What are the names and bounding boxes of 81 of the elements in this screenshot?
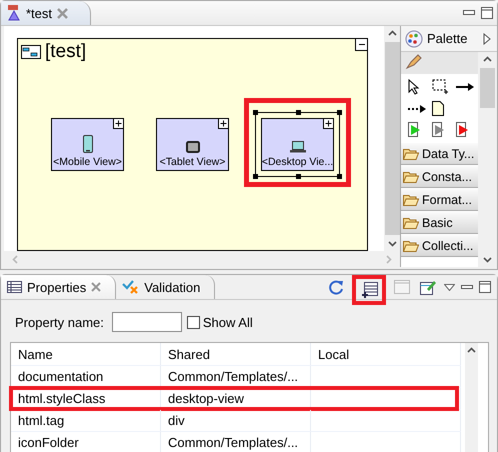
- maximize-icon[interactable]: [481, 7, 493, 19]
- scroll-up-icon[interactable]: [483, 56, 492, 62]
- triangle-icon: [7, 5, 21, 21]
- panel-tab[interactable]: Properties: [1, 275, 116, 299]
- scrollbar-thumb[interactable]: [384, 42, 400, 235]
- diagram-title: [test]: [45, 41, 86, 63]
- maximize-icon[interactable]: [479, 281, 491, 293]
- step-page-icon[interactable]: [432, 122, 446, 137]
- column-header[interactable]: Name: [11, 343, 161, 365]
- palette-drawer[interactable]: Basic: [401, 211, 478, 234]
- collapse-icon[interactable]: [355, 39, 367, 51]
- arrow-icon[interactable]: [456, 83, 474, 91]
- view-node[interactable]: <Mobile View>: [51, 118, 124, 171]
- minimize-icon[interactable]: [463, 10, 475, 16]
- column-header[interactable]: Local: [311, 343, 461, 365]
- table-row[interactable]: html.styleClass desktop-view: [11, 388, 461, 410]
- marquee-icon[interactable]: [432, 79, 448, 95]
- palette-title: Palette: [427, 31, 468, 46]
- check-cross-icon: [122, 280, 140, 294]
- scroll-up-icon[interactable]: [467, 347, 476, 353]
- palette-drawer[interactable]: Format...: [401, 188, 478, 211]
- pointer-icon[interactable]: [408, 79, 420, 95]
- show-all-label: Show All: [202, 314, 253, 330]
- laptop-icon: [290, 141, 306, 153]
- folder-icon: [403, 148, 419, 160]
- folder-icon: [403, 170, 419, 182]
- palette-drawer[interactable]: Data Ty...: [401, 142, 478, 165]
- edit-icon: [420, 279, 436, 295]
- table-row[interactable]: iconFolder Common/Templates/...: [11, 432, 461, 452]
- table-cell: Common/Templates/...: [161, 366, 311, 387]
- note-icon[interactable]: [432, 101, 444, 116]
- table-row[interactable]: documentation Common/Templates/...: [11, 366, 461, 388]
- expand-icon[interactable]: [323, 118, 334, 129]
- scrollbar-thumb[interactable]: [480, 68, 495, 108]
- property-name-field[interactable]: [112, 312, 182, 332]
- selection-handles[interactable]: [255, 112, 340, 177]
- palette-drawer[interactable]: Consta...: [401, 165, 478, 188]
- dashed-arrow-icon[interactable]: [408, 104, 426, 112]
- palette-drawer[interactable]: Collecti...: [401, 234, 478, 257]
- close-icon[interactable]: [91, 282, 102, 292]
- panel-tab[interactable]: Validation: [116, 275, 216, 299]
- expand-icon[interactable]: [113, 118, 124, 129]
- folder-icon: [403, 216, 419, 228]
- scroll-down-icon[interactable]: [388, 241, 396, 247]
- folder-icon: [403, 194, 419, 206]
- toolbar-button[interactable]: [352, 275, 386, 305]
- expand-icon[interactable]: [218, 118, 229, 129]
- refresh-icon: [328, 279, 344, 295]
- add-row-icon: [360, 282, 378, 298]
- node-label: <Desktop Vie...: [262, 156, 334, 169]
- palette-icon: [405, 30, 423, 48]
- table-cell: html.tag: [11, 410, 161, 431]
- dropdown-icon[interactable]: [444, 284, 455, 290]
- table-cell: div: [161, 410, 311, 431]
- table-icon: [7, 281, 22, 293]
- table-scrollbar[interactable]: [465, 343, 478, 452]
- table-cell: iconFolder: [11, 432, 161, 452]
- minimize-icon[interactable]: [461, 284, 473, 290]
- table-cell: Common/Templates/...: [161, 432, 311, 452]
- tablet-icon: [186, 141, 200, 153]
- node-label: <Tablet View>: [160, 156, 226, 169]
- view-node[interactable]: <Desktop Vie...: [261, 118, 334, 171]
- property-name-label: Property name:: [15, 314, 104, 330]
- editor-tab[interactable]: *test: [1, 1, 92, 25]
- column-header[interactable]: Shared: [161, 343, 311, 365]
- phone-icon: [82, 135, 92, 153]
- start-page-icon[interactable]: [408, 122, 422, 137]
- view-node[interactable]: <Tablet View>: [156, 118, 229, 171]
- table-cell: documentation: [11, 366, 161, 387]
- collapse-arrow-icon[interactable]: [483, 32, 491, 44]
- node-label: <Mobile View>: [53, 156, 122, 169]
- end-page-icon[interactable]: [456, 122, 470, 137]
- table-cell: desktop-view: [161, 388, 311, 409]
- table-cell: html.styleClass: [11, 388, 161, 409]
- scroll-up-icon[interactable]: [388, 30, 396, 36]
- show-all-checkbox[interactable]: [186, 316, 200, 328]
- scroll-down-icon[interactable]: [483, 257, 492, 263]
- component-icon: [21, 45, 41, 59]
- table-row[interactable]: html.tag div: [11, 410, 461, 432]
- folder-icon: [403, 240, 419, 252]
- window-icon: [394, 280, 410, 294]
